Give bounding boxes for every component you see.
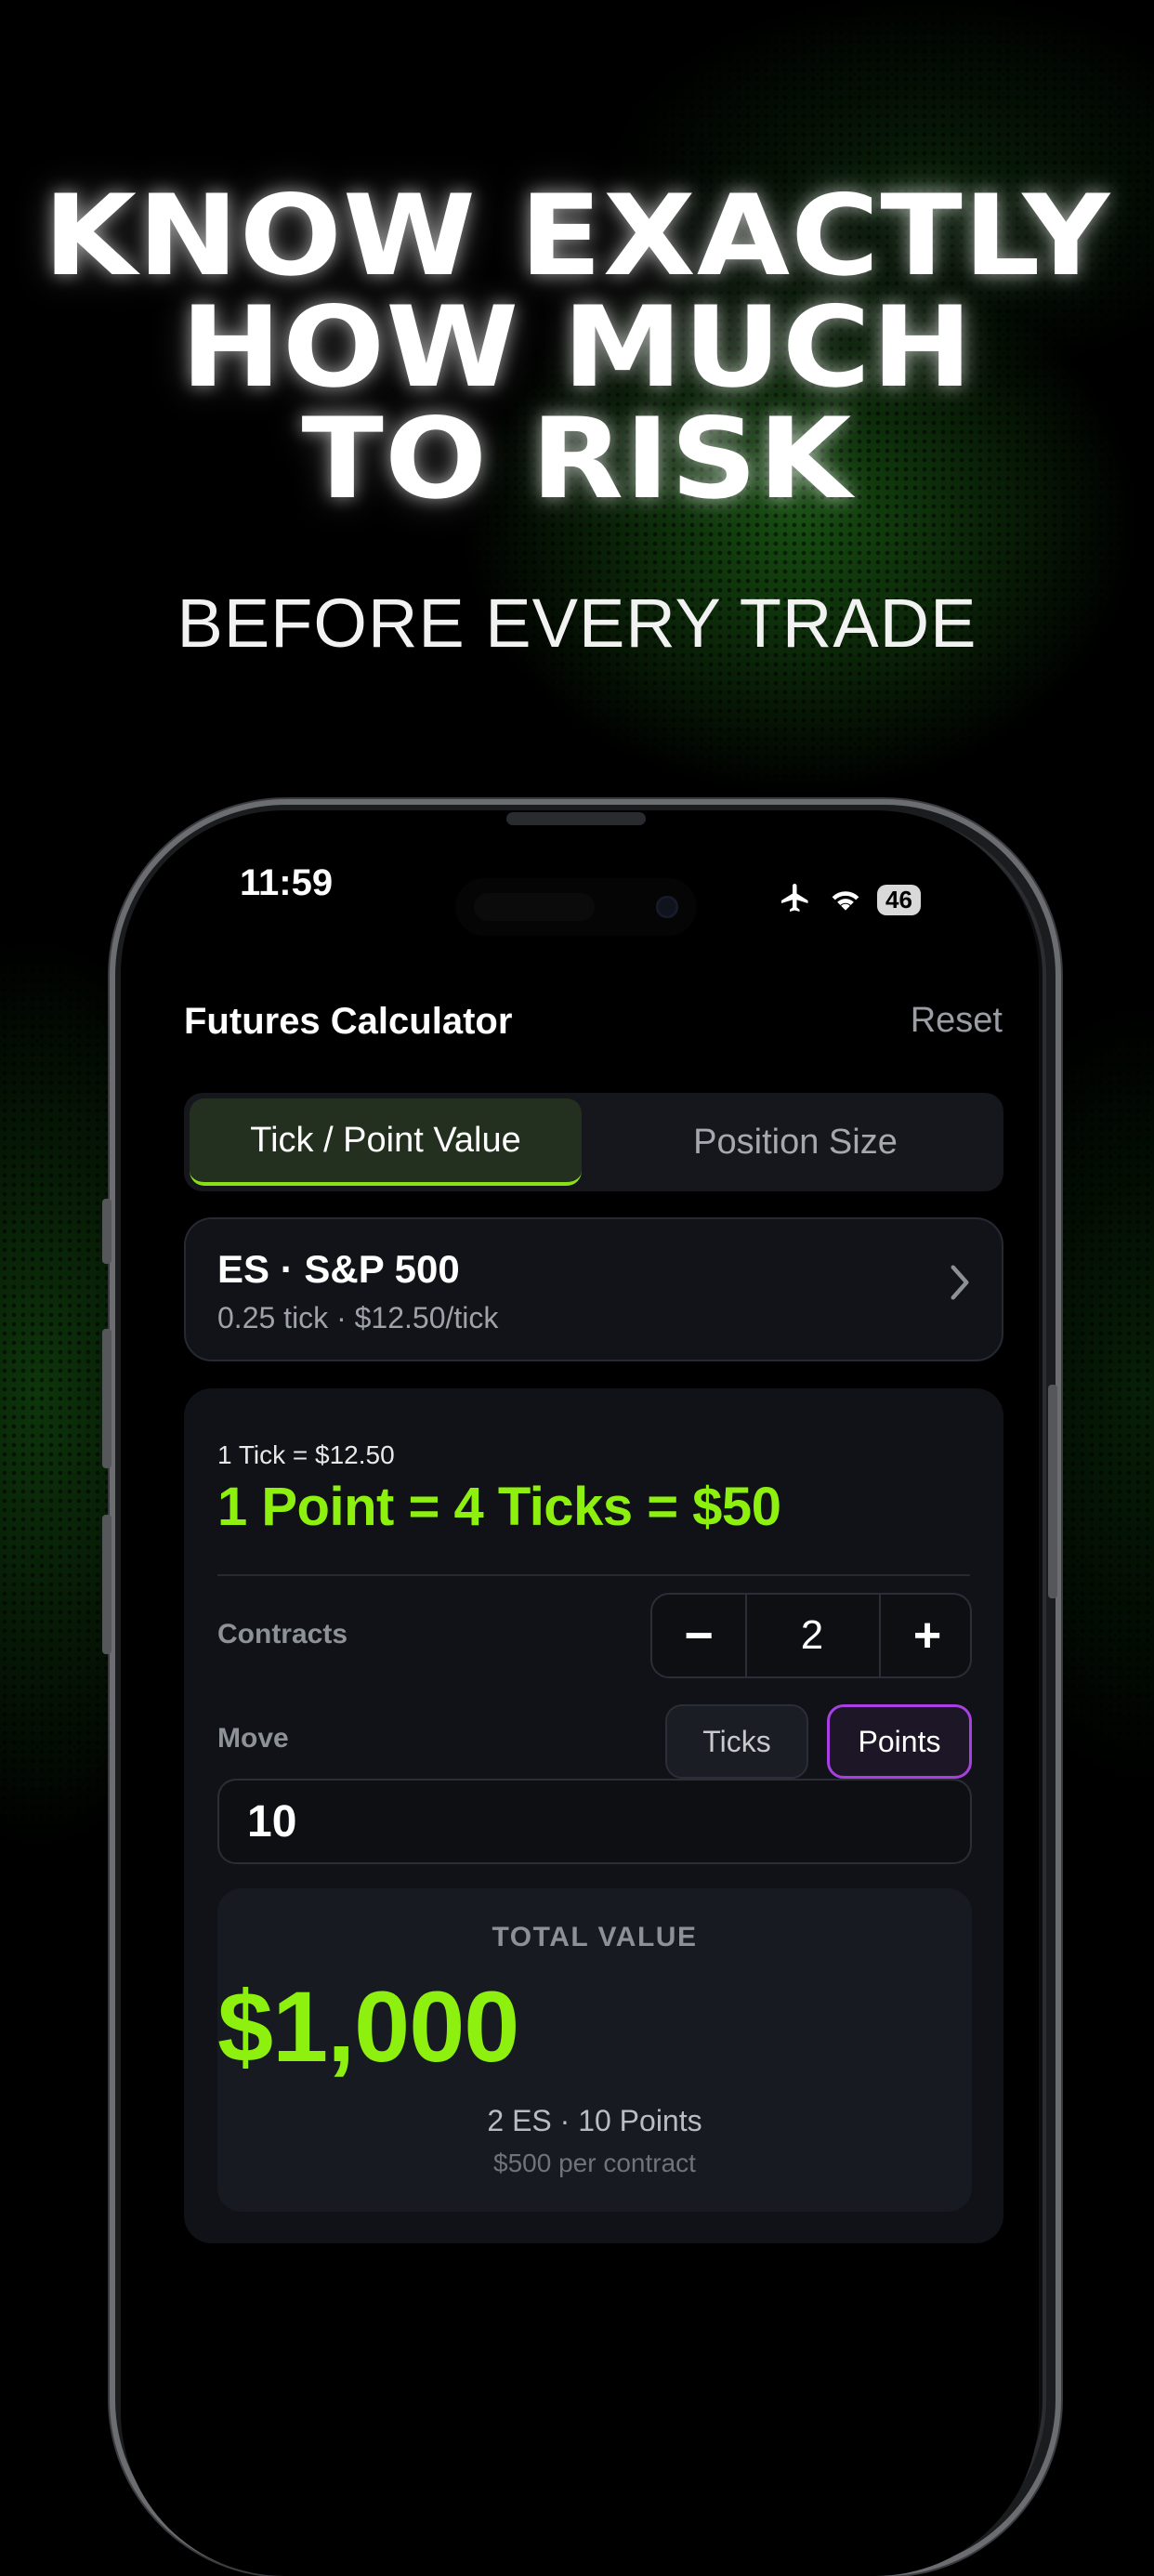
tab-tick-point-value[interactable]: Tick / Point Value <box>190 1098 582 1186</box>
decrement-button[interactable]: − <box>652 1595 747 1676</box>
move-input[interactable]: 10 <box>217 1779 972 1864</box>
volume-up-button <box>102 1329 111 1468</box>
tab-position-size[interactable]: Position Size <box>593 1098 998 1186</box>
point-value-text: 1 Point = 4 Ticks = $50 <box>217 1477 781 1537</box>
headline-line-1: KNOW EXACTLY <box>43 172 1111 301</box>
total-value-detail: 2 ES · 10 Points <box>487 2104 702 2137</box>
speaker-grille <box>506 812 646 825</box>
chevron-right-icon <box>950 1264 970 1311</box>
increment-button[interactable]: + <box>881 1595 974 1676</box>
calculator-card: 1 Tick = $12.50 1 Point = 4 Ticks = $50 … <box>184 1388 1003 2243</box>
headline-line-2: HOW MUCH <box>180 283 974 413</box>
headline-line-3: TO RISK <box>301 395 853 524</box>
battery-icon: 46 <box>877 885 921 915</box>
status-icons: 46 <box>777 881 921 919</box>
volume-down-button <box>102 1515 111 1654</box>
total-value-amount: $1,000 <box>217 1970 519 2083</box>
total-value-title: TOTAL VALUE <box>492 1922 698 1952</box>
dynamic-island <box>455 878 697 936</box>
camera-icon <box>656 896 678 918</box>
mode-segmented-control: Tick / Point Value Position Size <box>184 1093 1003 1191</box>
status-time: 11:59 <box>240 862 334 903</box>
battery-level: 46 <box>877 885 921 915</box>
promo-headline: KNOW EXACTLY HOW MUCH TO RISK <box>0 181 1154 516</box>
app-title: Futures Calculator <box>184 1001 513 1042</box>
wifi-icon <box>827 883 864 917</box>
contracts-stepper: − 2 + <box>650 1593 972 1678</box>
instrument-name: ES · S&P 500 <box>217 1247 460 1291</box>
promo-subheadline: BEFORE EVERY TRADE <box>177 585 977 662</box>
unit-ticks-button[interactable]: Ticks <box>665 1704 808 1779</box>
instrument-selector[interactable]: ES · S&P 500 0.25 tick · $12.50/tick <box>184 1217 1003 1361</box>
unit-points-button[interactable]: Points <box>827 1704 972 1779</box>
sensor <box>474 893 595 921</box>
instrument-detail: 0.25 tick · $12.50/tick <box>217 1301 499 1334</box>
power-button <box>1048 1385 1057 1598</box>
tick-value-text: 1 Tick = $12.50 <box>217 1440 395 1469</box>
contracts-label: Contracts <box>217 1619 348 1649</box>
move-label: Move <box>217 1723 289 1754</box>
contracts-value[interactable]: 2 <box>745 1595 881 1676</box>
divider <box>217 1574 970 1576</box>
action-button <box>102 1199 111 1264</box>
airplane-icon <box>777 881 814 919</box>
total-value-panel: TOTAL VALUE $1,000 2 ES · 10 Points $500… <box>217 1888 972 2212</box>
per-contract-value: $500 per contract <box>493 2149 696 2177</box>
reset-button[interactable]: Reset <box>911 1001 1003 1041</box>
